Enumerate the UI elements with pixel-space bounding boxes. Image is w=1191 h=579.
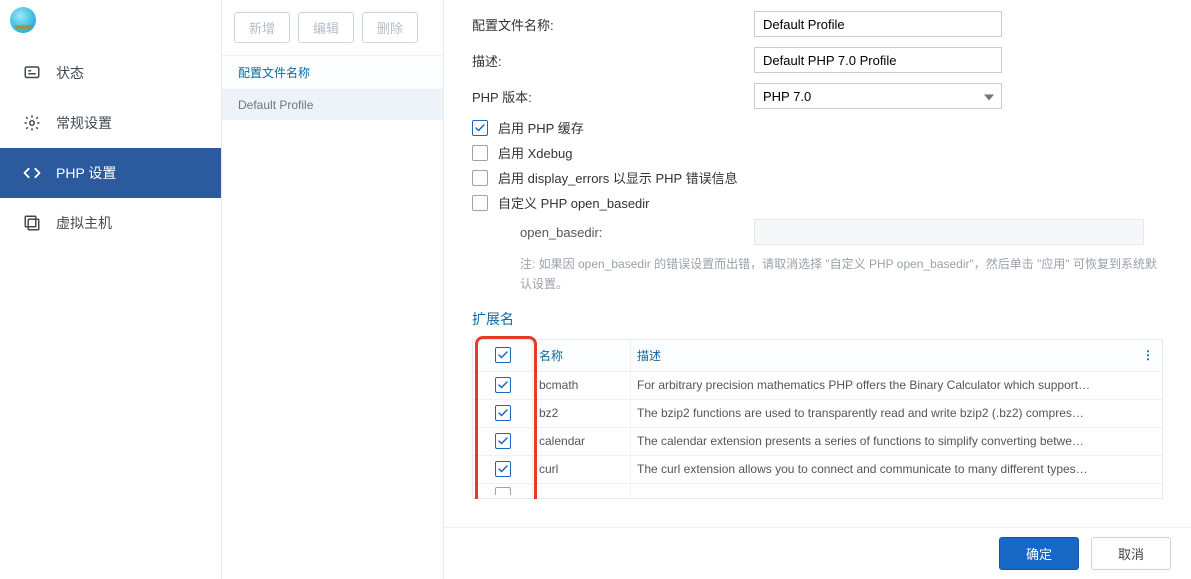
sidebar-item-label: 状态 <box>56 63 84 83</box>
sidebar-item-label: 常规设置 <box>56 113 112 133</box>
sidebar-item-general[interactable]: 常规设置 <box>0 98 221 148</box>
php-version-select[interactable] <box>754 83 1002 109</box>
profile-desc-input[interactable] <box>754 47 1002 73</box>
sidebar: 状态 常规设置 PHP 设置 虚拟主机 <box>0 0 222 579</box>
profile-pane: 新增 编辑 删除 配置文件名称 Default Profile <box>222 0 444 579</box>
ext-name: calendar <box>533 428 631 455</box>
profile-name-input[interactable] <box>754 11 1002 37</box>
ext-desc: The calendar extension presents a series… <box>631 428 1162 455</box>
extensions-table: 名称 描述 ⋮ bcmath For arbitrary precision m… <box>472 339 1163 499</box>
ext-desc: The bzip2 functions are used to transpar… <box>631 400 1162 427</box>
open-basedir-input <box>754 219 1144 245</box>
sidebar-item-vhost[interactable]: 虚拟主机 <box>0 198 221 248</box>
ext-desc <box>631 484 1162 498</box>
profile-desc-label: 描述: <box>472 51 754 70</box>
enable-xdebug-checkbox[interactable] <box>472 145 488 161</box>
delete-button[interactable]: 删除 <box>362 12 418 43</box>
enable-display-errors-checkbox[interactable] <box>472 170 488 186</box>
sidebar-item-label: 虚拟主机 <box>56 213 112 233</box>
sidebar-item-status[interactable]: 状态 <box>0 48 221 98</box>
ext-desc: For arbitrary precision mathematics PHP … <box>631 372 1162 399</box>
ext-header-row: 名称 描述 ⋮ <box>473 340 1162 372</box>
footer: 确定 取消 <box>444 527 1191 579</box>
ext-checkbox[interactable] <box>495 461 511 477</box>
ext-checkbox[interactable] <box>495 433 511 449</box>
ext-checkbox[interactable] <box>495 405 511 421</box>
enable-cache-label: 启用 PHP 缓存 <box>498 118 584 137</box>
sidebar-item-label: PHP 设置 <box>56 163 116 183</box>
profile-name-label: 配置文件名称: <box>472 15 754 34</box>
ext-name: curl <box>533 456 631 483</box>
table-row[interactable] <box>473 484 1162 498</box>
ext-name <box>533 484 631 498</box>
ext-name: bcmath <box>533 372 631 399</box>
ext-checkbox[interactable] <box>495 377 511 393</box>
main: 配置文件名称: 描述: PHP 版本: 启用 <box>444 0 1191 579</box>
ext-col-name[interactable]: 名称 <box>533 340 631 371</box>
enable-cache-checkbox[interactable] <box>472 120 488 136</box>
ext-select-all-checkbox[interactable] <box>495 347 511 363</box>
form-area: 配置文件名称: 描述: PHP 版本: 启用 <box>444 0 1191 499</box>
extensions-title: 扩展名 <box>472 309 1163 329</box>
edit-button[interactable]: 编辑 <box>298 12 354 43</box>
app-logo-icon <box>10 7 36 33</box>
add-button[interactable]: 新增 <box>234 12 290 43</box>
code-icon <box>22 163 42 183</box>
php-version-value[interactable] <box>754 83 1002 109</box>
custom-open-basedir-label: 自定义 PHP open_basedir <box>498 193 650 212</box>
php-version-label: PHP 版本: <box>472 87 754 106</box>
logo-bar <box>0 0 221 40</box>
table-row[interactable]: curl The curl extension allows you to co… <box>473 456 1162 484</box>
vhost-icon <box>22 213 42 233</box>
table-row[interactable]: calendar The calendar extension presents… <box>473 428 1162 456</box>
open-basedir-hint: 注: 如果因 open_basedir 的错误设置而出错，请取消选择 "自定义 … <box>520 254 1160 295</box>
enable-display-errors-label: 启用 display_errors 以显示 PHP 错误信息 <box>498 168 738 187</box>
open-basedir-label: open_basedir: <box>520 225 754 240</box>
status-icon <box>22 63 42 83</box>
profile-row-default[interactable]: Default Profile <box>222 90 443 120</box>
gear-icon <box>22 113 42 133</box>
toolbar: 新增 编辑 删除 <box>222 0 443 55</box>
cancel-button[interactable]: 取消 <box>1091 537 1171 570</box>
ext-desc: The curl extension allows you to connect… <box>631 456 1162 483</box>
table-row[interactable]: bcmath For arbitrary precision mathemati… <box>473 372 1162 400</box>
nav: 状态 常规设置 PHP 设置 虚拟主机 <box>0 40 221 248</box>
more-icon[interactable]: ⋮ <box>1142 348 1154 362</box>
table-row[interactable]: bz2 The bzip2 functions are used to tran… <box>473 400 1162 428</box>
ext-col-desc[interactable]: 描述 <box>631 340 1162 371</box>
profile-list-header[interactable]: 配置文件名称 <box>222 55 443 90</box>
ext-checkbox[interactable] <box>495 487 511 495</box>
sidebar-item-php[interactable]: PHP 设置 <box>0 148 221 198</box>
ext-name: bz2 <box>533 400 631 427</box>
ok-button[interactable]: 确定 <box>999 537 1079 570</box>
enable-xdebug-label: 启用 Xdebug <box>498 143 572 162</box>
custom-open-basedir-checkbox[interactable] <box>472 195 488 211</box>
